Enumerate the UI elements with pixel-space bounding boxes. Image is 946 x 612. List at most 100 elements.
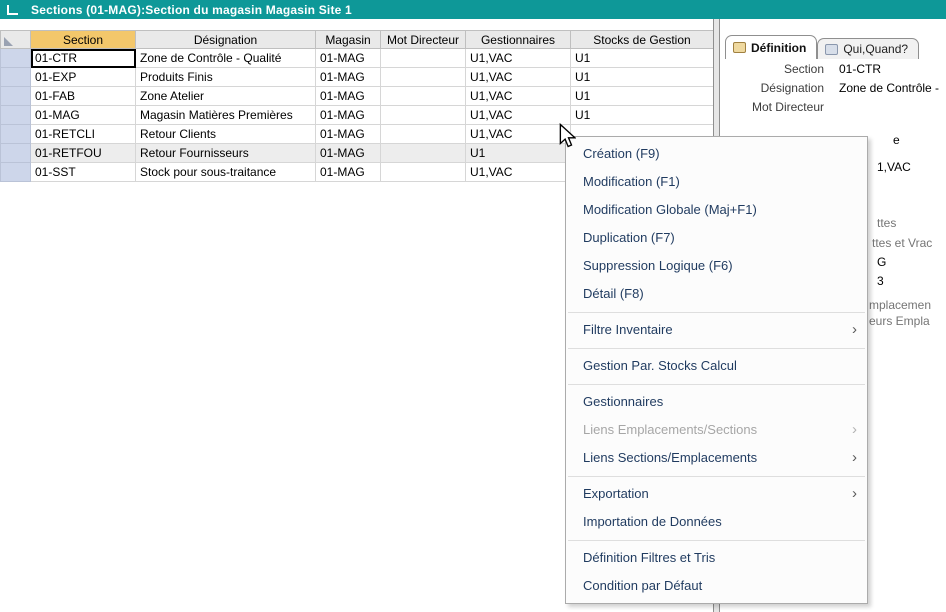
cell-mot-directeur[interactable] [381,125,466,144]
cell-designation[interactable]: Zone Atelier [136,87,316,106]
cell-designation[interactable]: Zone de Contrôle - Qualité [136,49,316,68]
menu-item-label: Gestion Par. Stocks Calcul [583,358,737,373]
menu-item-label: Modification (F1) [583,174,680,189]
menu-separator [568,476,865,477]
menu-item-label: Détail (F8) [583,286,644,301]
cell-designation[interactable]: Magasin Matières Premières [136,106,316,125]
menu-separator [568,348,865,349]
cell-gestionnaires[interactable]: U1,VAC [466,163,571,182]
cell-mot-directeur[interactable] [381,68,466,87]
select-all-corner[interactable] [1,31,31,49]
cell-designation[interactable]: Retour Clients [136,125,316,144]
table-row: 01-CTR Zone de Contrôle - Qualité 01-MAG… [1,49,714,68]
menu-item-gestion-par-stocks-calcul[interactable]: Gestion Par. Stocks Calcul [566,352,867,380]
cell-section[interactable]: 01-EXP [31,68,136,87]
cell-gestionnaires[interactable]: U1,VAC [466,106,571,125]
cell-gestionnaires[interactable]: U1 [466,144,571,163]
obscured-text-fragment: G [877,255,886,269]
cell-magasin[interactable]: 01-MAG [316,87,381,106]
column-header-section[interactable]: Section [31,31,136,49]
cell-mot-directeur[interactable] [381,106,466,125]
menu-item-modification-globale[interactable]: Modification Globale (Maj+F1) [566,196,867,224]
cell-gestionnaires[interactable]: U1,VAC [466,87,571,106]
menu-item-detail[interactable]: Détail (F8) [566,280,867,308]
menu-item-gestionnaires[interactable]: Gestionnaires [566,388,867,416]
cell-stocks[interactable]: U1 [571,68,714,87]
submenu-arrow-icon: › [852,416,857,444]
menu-item-filtre-inventaire[interactable]: Filtre Inventaire › [566,316,867,344]
table-row: 01-MAG Magasin Matières Premières 01-MAG… [1,106,714,125]
field-value: Zone de Contrôle - [839,81,939,95]
mouse-cursor [559,123,576,154]
field-label: Désignation [720,81,824,95]
cell-section[interactable]: 01-FAB [31,87,136,106]
row-selector[interactable] [1,87,31,106]
cell-mot-directeur[interactable] [381,144,466,163]
column-header-magasin[interactable]: Magasin [316,31,381,49]
row-selector[interactable] [1,49,31,68]
menu-separator [568,540,865,541]
field-label: Mot Directeur [720,100,824,114]
form-icon [733,42,746,53]
cell-designation[interactable]: Produits Finis [136,68,316,87]
window-title: Sections (01-MAG):Section du magasin Mag… [31,3,352,17]
menu-item-duplication[interactable]: Duplication (F7) [566,224,867,252]
cell-gestionnaires[interactable]: U1,VAC [466,125,571,144]
menu-item-importation-donnees[interactable]: Importation de Données [566,508,867,536]
cell-magasin[interactable]: 01-MAG [316,49,381,68]
obscured-text-fragment: 1,VAC [877,160,911,174]
cell-magasin[interactable]: 01-MAG [316,144,381,163]
column-header-designation[interactable]: Désignation [136,31,316,49]
field-label: Section [720,62,824,76]
row-selector[interactable] [1,68,31,87]
cell-mot-directeur[interactable] [381,87,466,106]
column-header-stocks-de-gestion[interactable]: Stocks de Gestion [571,31,714,49]
menu-item-label: Liens Emplacements/Sections [583,422,757,437]
cell-stocks[interactable]: U1 [571,49,714,68]
menu-item-modification[interactable]: Modification (F1) [566,168,867,196]
cell-gestionnaires[interactable]: U1,VAC [466,68,571,87]
menu-item-exportation[interactable]: Exportation › [566,480,867,508]
cell-magasin[interactable]: 01-MAG [316,163,381,182]
menu-separator [568,384,865,385]
cell-gestionnaires[interactable]: U1,VAC [466,49,571,68]
cell-mot-directeur[interactable] [381,163,466,182]
menu-item-liens-sections-emplacements[interactable]: Liens Sections/Emplacements › [566,444,867,472]
column-header-gestionnaires[interactable]: Gestionnaires [466,31,571,49]
cell-magasin[interactable]: 01-MAG [316,125,381,144]
menu-item-suppression-logique[interactable]: Suppression Logique (F6) [566,252,867,280]
cell-stocks[interactable]: U1 [571,87,714,106]
cell-magasin[interactable]: 01-MAG [316,68,381,87]
column-header-mot-directeur[interactable]: Mot Directeur [381,31,466,49]
menu-item-definition-filtres-tris[interactable]: Définition Filtres et Tris [566,544,867,572]
cell-mot-directeur[interactable] [381,49,466,68]
row-selector[interactable] [1,144,31,163]
window-title-bar: Sections (01-MAG):Section du magasin Mag… [0,0,946,19]
cell-section[interactable]: 01-CTR [31,49,136,68]
cell-section[interactable]: 01-MAG [31,106,136,125]
menu-item-label: Filtre Inventaire [583,322,673,337]
tab-definition[interactable]: Définition [725,35,817,59]
table-row: 01-FAB Zone Atelier 01-MAG U1,VAC U1 [1,87,714,106]
cell-designation[interactable]: Retour Fournisseurs [136,144,316,163]
row-selector[interactable] [1,125,31,144]
menu-item-label: Suppression Logique (F6) [583,258,733,273]
menu-item-creation[interactable]: Création (F9) [566,140,867,168]
menu-separator [568,312,865,313]
cell-section[interactable]: 01-RETFOU [31,144,136,163]
menu-item-label: Condition par Défaut [583,578,702,593]
cell-section[interactable]: 01-SST [31,163,136,182]
field-section: Section 01-CTR [720,59,946,78]
menu-item-liens-emplacements-sections: Liens Emplacements/Sections › [566,416,867,444]
cell-section[interactable]: 01-RETCLI [31,125,136,144]
cell-stocks[interactable]: U1 [571,106,714,125]
cell-designation[interactable]: Stock pour sous-traitance [136,163,316,182]
row-selector[interactable] [1,163,31,182]
field-designation: Désignation Zone de Contrôle - [720,78,946,97]
obscured-text-fragment: eurs Empla [869,314,930,328]
menu-item-condition-par-defaut[interactable]: Condition par Défaut [566,572,867,600]
cell-magasin[interactable]: 01-MAG [316,106,381,125]
tab-qui-quand[interactable]: Qui,Quand? [817,38,919,59]
obscured-text-fragment: ttes et Vrac [872,236,932,250]
row-selector[interactable] [1,106,31,125]
